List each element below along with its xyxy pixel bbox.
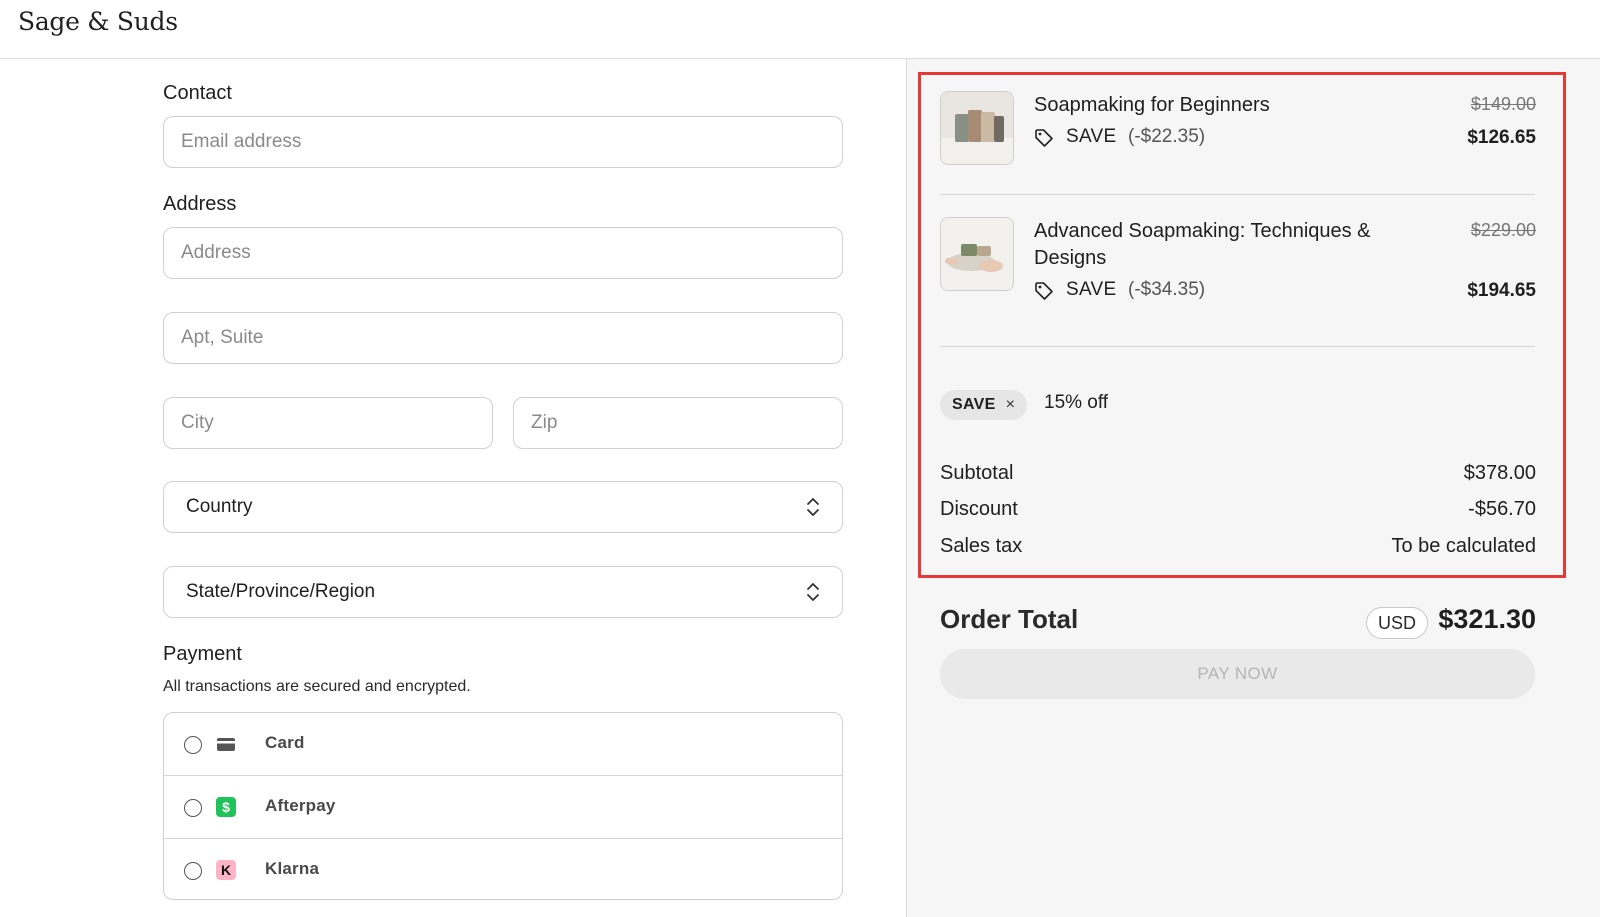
tag-icon [1035,282,1053,300]
item-original-price: $149.00 [1470,94,1536,114]
order-total-label: Order Total [940,604,1079,634]
country-select-value: Country [186,496,253,517]
city-input[interactable] [164,398,492,448]
divider [940,194,1535,195]
credit-card-icon [217,738,235,751]
radio-button[interactable] [184,736,202,754]
subtotal-value: $378.00 [1463,462,1536,484]
afterpay-icon: $ [216,797,236,817]
sales-tax-value: To be calculated [1391,535,1536,557]
radio-button[interactable] [184,799,202,817]
state-select[interactable]: State/Province/Region [163,566,843,618]
product-thumbnail [940,91,1014,165]
soap-bars-image [941,92,1013,164]
discount-code: SAVE [1066,126,1117,147]
product-thumbnail [940,217,1014,291]
payment-option-label: Afterpay [265,796,336,815]
item-title: Soapmaking for Beginners [1034,94,1270,116]
divider [940,346,1535,347]
payment-option-card[interactable]: Card [164,713,842,775]
email-field[interactable] [163,116,843,168]
klarna-icon: K [216,860,236,880]
sales-tax-label: Sales tax [940,535,1023,557]
payment-option-klarna[interactable]: K Klarna [164,838,842,899]
discount-amount: (-$22.35) [1128,126,1206,147]
order-total-value: $321.30 [1438,604,1536,634]
payment-methods: Card $ Afterpay K Klarna [163,712,843,900]
applied-discount-code: SAVE [952,396,996,413]
address-heading: Address [163,193,237,215]
chevron-up-down-icon [807,583,819,601]
country-select[interactable]: Country [163,481,843,533]
remove-discount-icon[interactable]: × [1006,396,1015,414]
payment-option-afterpay[interactable]: $ Afterpay [164,775,842,837]
address-field[interactable] [163,227,843,279]
applied-discount-description: 15% off [1044,392,1109,413]
payment-option-label: Klarna [265,859,320,878]
payment-security-note: All transactions are secured and encrypt… [163,678,471,695]
discount-amount: (-$34.35) [1128,279,1206,300]
discount-label: Discount [940,498,1018,520]
item-title: Advanced Soapmaking: Techniques & Design… [1034,220,1371,269]
subtotal-label: Subtotal [940,462,1014,484]
soapmaking-hands-image [941,218,1013,290]
brand-logo[interactable]: Sage & Suds [18,7,178,36]
site-header: Sage & Suds [0,0,1600,59]
payment-heading: Payment [163,643,242,665]
discount-value: -$56.70 [1468,498,1536,520]
address-input[interactable] [164,228,842,278]
currency-badge: USD [1366,607,1428,639]
payment-option-label: Card [265,733,305,752]
zip-field[interactable] [513,397,843,449]
radio-button[interactable] [184,862,202,880]
email-input[interactable] [164,117,842,167]
item-price: $194.65 [1467,280,1536,301]
discount-code: SAVE [1066,279,1117,300]
contact-heading: Contact [163,82,232,104]
item-original-price: $229.00 [1470,220,1536,240]
chevron-up-down-icon [807,498,819,516]
apt-suite-input[interactable] [164,313,842,363]
pay-now-button[interactable]: PAY NOW [940,649,1535,699]
state-select-value: State/Province/Region [186,581,376,602]
apt-suite-field[interactable] [163,312,843,364]
tag-icon [1035,129,1053,147]
applied-discount-chip: SAVE × [940,390,1027,420]
item-price: $126.65 [1467,127,1536,148]
zip-input[interactable] [514,398,842,448]
city-field[interactable] [163,397,493,449]
